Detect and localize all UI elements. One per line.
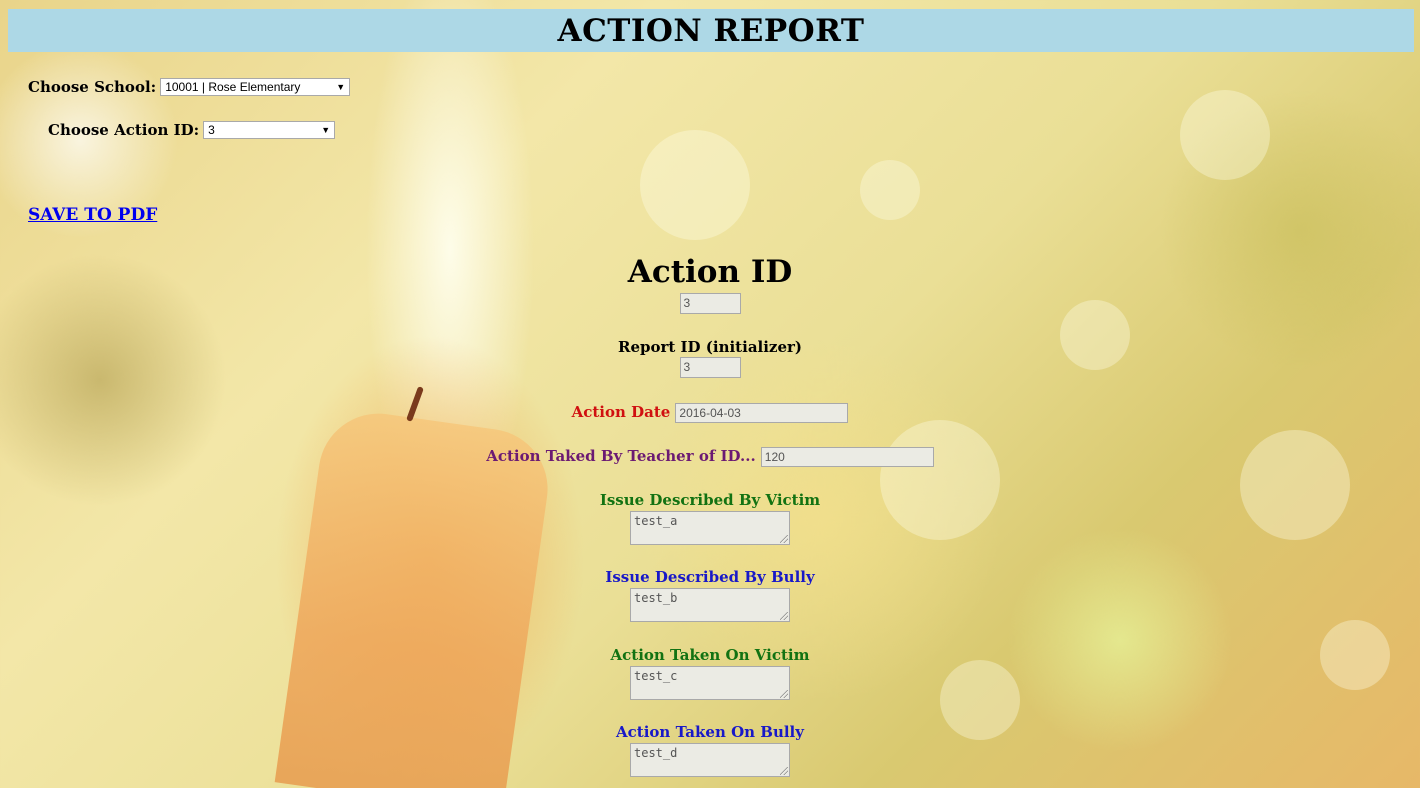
action-victim-value: test_c (634, 669, 678, 683)
issue-bully-field-row: test_b (0, 587, 1420, 622)
issue-bully-value: test_b (634, 591, 678, 605)
issue-bully-label: Issue Described By Bully (605, 568, 815, 586)
dropdown-arrow-icon: ▼ (321, 125, 331, 135)
action-bully-textarea[interactable]: test_d (630, 743, 790, 777)
action-id-field[interactable]: 3 (679, 293, 741, 314)
action-select-label: Choose Action ID: (48, 121, 200, 139)
report-id-field-row: 3 (0, 357, 1420, 378)
action-victim-field-row: test_c (0, 665, 1420, 700)
action-bully-label: Action Taken On Bully (616, 723, 804, 741)
action-date-field[interactable]: 2016-04-03 (675, 402, 849, 423)
teacher-row: Action Taked By Teacher of ID... 120 (0, 446, 1420, 467)
teacher-id-field[interactable]: 120 (760, 446, 934, 467)
action-date-label: Action Date (571, 403, 671, 421)
teacher-label: Action Taked By Teacher of ID... (486, 447, 756, 465)
issue-victim-field-row: test_a (0, 510, 1420, 545)
action-bully-field-row: test_d (0, 742, 1420, 777)
bokeh-light (1180, 90, 1270, 180)
issue-victim-textarea[interactable]: test_a (630, 511, 790, 545)
action-select-row: Choose Action ID: 3 ▼ (48, 121, 336, 139)
action-victim-textarea[interactable]: test_c (630, 666, 790, 700)
save-to-pdf-link[interactable]: SAVE TO PDF (28, 205, 157, 225)
action-bully-value: test_d (634, 746, 678, 760)
issue-victim-value: test_a (634, 514, 678, 528)
header-bar: ACTION REPORT (8, 9, 1414, 52)
resize-grip-icon[interactable] (780, 612, 788, 620)
issue-victim-label: Issue Described By Victim (599, 491, 821, 509)
bokeh-light (860, 160, 920, 220)
section-title: Action ID (627, 254, 793, 290)
action-victim-label: Action Taken On Victim (610, 646, 810, 664)
resize-grip-icon[interactable] (780, 535, 788, 543)
bokeh-light (640, 130, 750, 240)
school-select-label: Choose School: (28, 78, 157, 96)
action-select-value: 3 (208, 123, 215, 137)
action-id-field-row: 3 (0, 293, 1420, 314)
dropdown-arrow-icon: ▼ (336, 82, 346, 92)
resize-grip-icon[interactable] (780, 690, 788, 698)
report-id-field[interactable]: 3 (679, 357, 741, 378)
school-select[interactable]: 10001 | Rose Elementary ▼ (160, 78, 351, 96)
issue-bully-textarea[interactable]: test_b (630, 588, 790, 622)
page-title: ACTION REPORT (557, 13, 865, 49)
report-id-label: Report ID (initializer) (617, 338, 802, 356)
school-select-row: Choose School: 10001 | Rose Elementary ▼ (28, 78, 351, 96)
school-select-value: 10001 | Rose Elementary (165, 80, 301, 94)
action-date-row: Action Date 2016-04-03 (0, 402, 1420, 423)
resize-grip-icon[interactable] (780, 767, 788, 775)
action-id-select[interactable]: 3 ▼ (203, 121, 336, 139)
